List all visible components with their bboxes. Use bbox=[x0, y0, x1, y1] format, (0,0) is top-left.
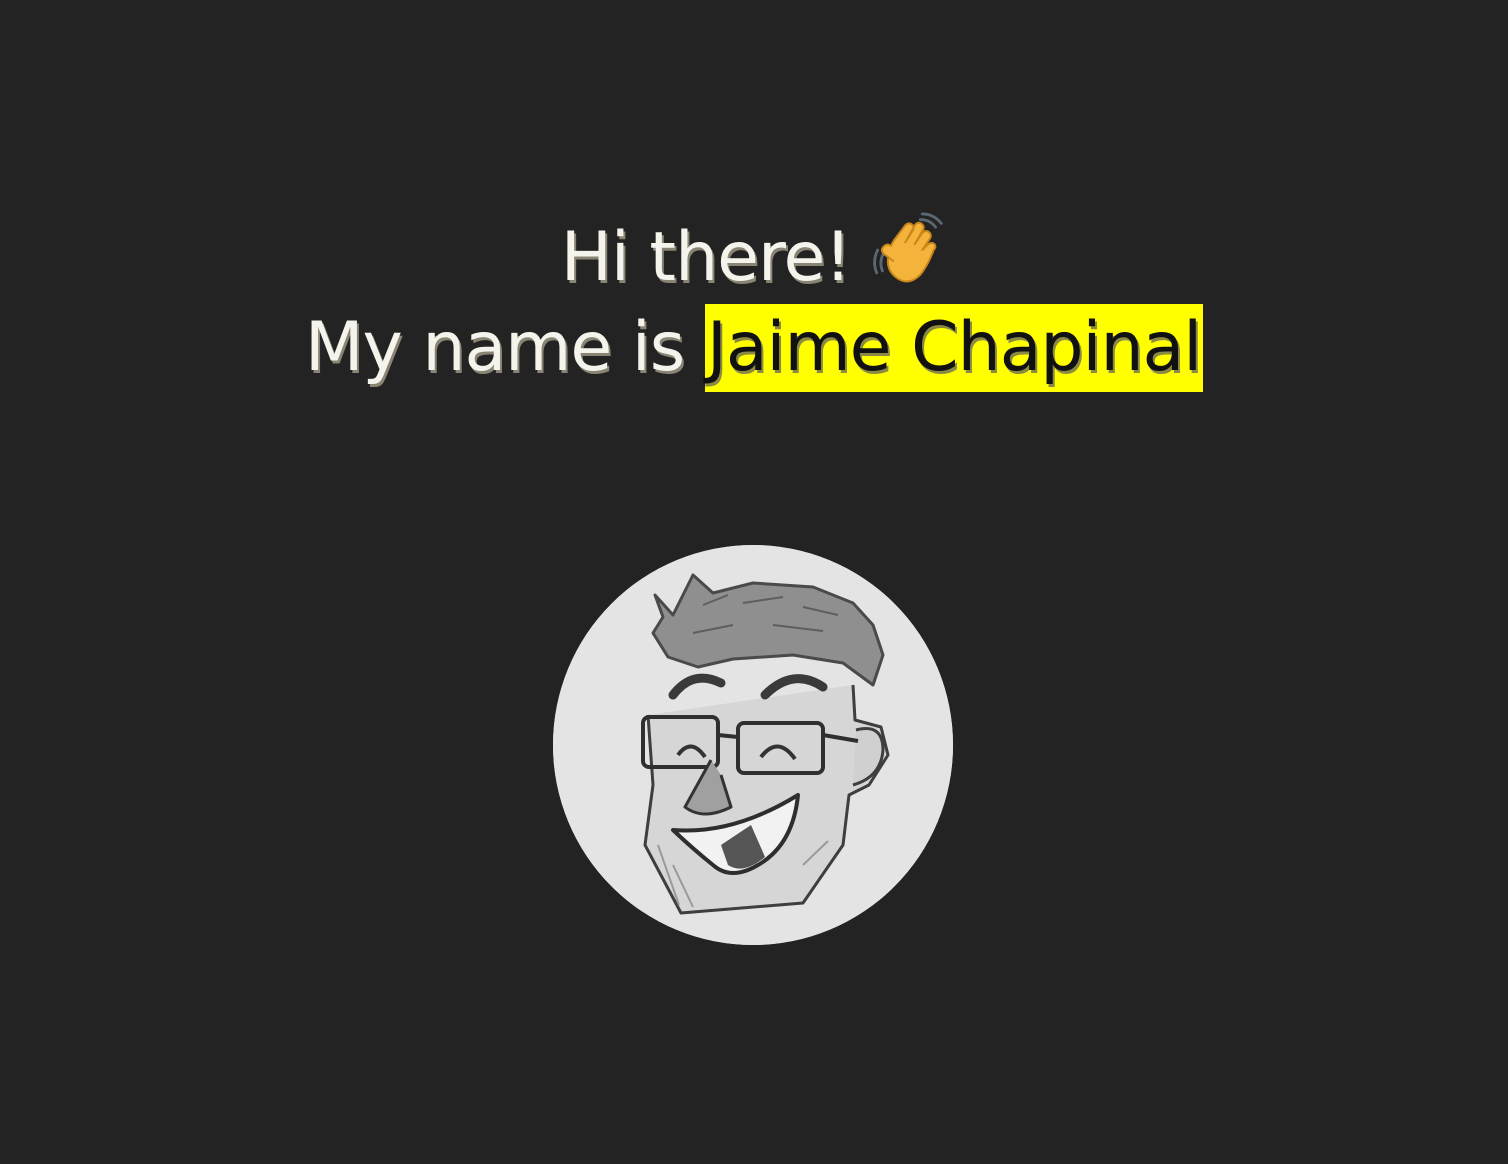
waving-hand-icon bbox=[871, 212, 947, 288]
greeting-line: Hi there! bbox=[0, 212, 1508, 303]
name-prefix-text: My name is bbox=[304, 308, 685, 387]
greeting-text: Hi there! bbox=[560, 218, 852, 297]
name-highlight: Jaime Chapinal bbox=[704, 304, 1204, 392]
page: Hi there! My name is Jaime Chapinal bbox=[0, 0, 1508, 1164]
avatar bbox=[553, 545, 953, 945]
caricature-sketch-avatar bbox=[553, 545, 953, 945]
name-line: My name is Jaime Chapinal bbox=[0, 303, 1508, 393]
intro-heading: Hi there! My name is Jaime Chapinal bbox=[0, 212, 1508, 393]
